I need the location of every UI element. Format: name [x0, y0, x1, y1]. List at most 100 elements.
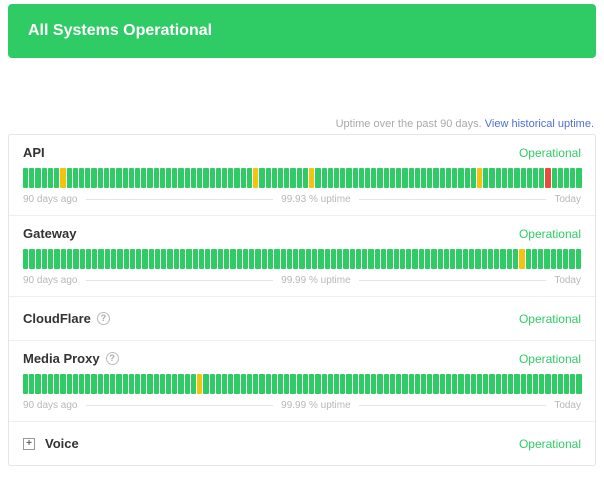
uptime-bar [185, 168, 190, 188]
uptime-bar [54, 374, 59, 394]
uptime-bar [178, 168, 183, 188]
uptime-bar [36, 249, 41, 269]
uptime-bar [406, 249, 411, 269]
component-header: +VoiceOperational [23, 436, 581, 451]
uptime-bar [356, 249, 361, 269]
component-label: Media Proxy [23, 351, 100, 366]
uptime-bar [425, 249, 430, 269]
component-name: Media Proxy? [23, 351, 119, 366]
uptime-bar [427, 168, 432, 188]
uptime-bar [328, 374, 333, 394]
uptime-bar [458, 374, 463, 394]
component-row: GatewayOperational90 days ago99.99 % upt… [9, 216, 595, 297]
uptime-bar [489, 168, 494, 188]
uptime-bar [147, 374, 152, 394]
uptime-bar [438, 249, 443, 269]
uptime-bar [315, 168, 320, 188]
uptime-bar [303, 168, 308, 188]
uptime-bar [210, 168, 215, 188]
uptime-bar [325, 249, 330, 269]
uptime-bar [48, 374, 53, 394]
uptime-bar [545, 374, 550, 394]
uptime-bar [104, 374, 109, 394]
uptime-bar [365, 168, 370, 188]
uptime-bar [350, 249, 355, 269]
uptime-bar [513, 249, 518, 269]
uptime-bar [278, 168, 283, 188]
uptime-bar [477, 374, 482, 394]
uptime-bar [533, 168, 538, 188]
uptime-bar [463, 249, 468, 269]
uptime-bar [284, 374, 289, 394]
uptime-bar [557, 249, 562, 269]
uptime-bar [450, 249, 455, 269]
component-name: CloudFlare? [23, 311, 110, 326]
uptime-bar [483, 374, 488, 394]
uptime-bar [160, 374, 165, 394]
expand-icon[interactable]: + [23, 438, 35, 450]
uptime-bar [526, 249, 531, 269]
uptime-bar [402, 374, 407, 394]
uptime-bar [268, 249, 273, 269]
historical-uptime-link[interactable]: View historical uptime. [485, 118, 594, 130]
uptime-bar [266, 374, 271, 394]
uptime-bar [564, 374, 569, 394]
component-row: Media Proxy?Operational90 days ago99.99 … [9, 341, 595, 422]
uptime-bar [247, 168, 252, 188]
uptime-bar [180, 249, 185, 269]
uptime-bar [427, 374, 432, 394]
uptime-bar [98, 374, 103, 394]
uptime-bars [23, 168, 581, 188]
uptime-bar [312, 249, 317, 269]
uptime-bar [527, 374, 532, 394]
uptime-bar [85, 168, 90, 188]
uptime-bar [488, 249, 493, 269]
uptime-bar [337, 249, 342, 269]
uptime-bar [29, 374, 34, 394]
uptime-bar [309, 168, 314, 188]
uptime-bar [334, 374, 339, 394]
uptime-legend: 90 days ago99.93 % uptimeToday [23, 194, 581, 205]
uptime-bar [228, 374, 233, 394]
uptime-bar [54, 168, 59, 188]
uptime-bar [415, 374, 420, 394]
uptime-bar [274, 249, 279, 269]
legend-left: 90 days ago [23, 194, 78, 205]
uptime-bar [266, 168, 271, 188]
uptime-bar [135, 374, 140, 394]
uptime-bar [272, 374, 277, 394]
uptime-bar [237, 249, 242, 269]
uptime-bar [353, 168, 358, 188]
uptime-bar [483, 168, 488, 188]
uptime-bar [564, 168, 569, 188]
uptime-bar [390, 168, 395, 188]
help-icon[interactable]: ? [106, 352, 119, 365]
status-badge: Operational [519, 227, 581, 241]
uptime-bar [353, 374, 358, 394]
uptime-bar [521, 168, 526, 188]
uptime-bar [123, 168, 128, 188]
legend-line [359, 280, 547, 281]
uptime-bar [262, 249, 267, 269]
uptime-bar [440, 374, 445, 394]
uptime-bar [35, 374, 40, 394]
uptime-bar [234, 168, 239, 188]
uptime-bar [193, 249, 198, 269]
uptime-bar [558, 168, 563, 188]
component-header: CloudFlare?Operational [23, 311, 581, 326]
uptime-bar [135, 168, 140, 188]
uptime-bar [440, 168, 445, 188]
uptime-bar [446, 374, 451, 394]
uptime-bar [396, 168, 401, 188]
uptime-bar [185, 374, 190, 394]
uptime-bar [465, 168, 470, 188]
uptime-bar [230, 249, 235, 269]
legend-right: Today [554, 194, 581, 205]
uptime-legend: 90 days ago99.99 % uptimeToday [23, 275, 581, 286]
uptime-bar [290, 374, 295, 394]
uptime-bar [172, 168, 177, 188]
uptime-bar [576, 249, 581, 269]
uptime-bar [60, 374, 65, 394]
uptime-bar [110, 374, 115, 394]
help-icon[interactable]: ? [97, 312, 110, 325]
